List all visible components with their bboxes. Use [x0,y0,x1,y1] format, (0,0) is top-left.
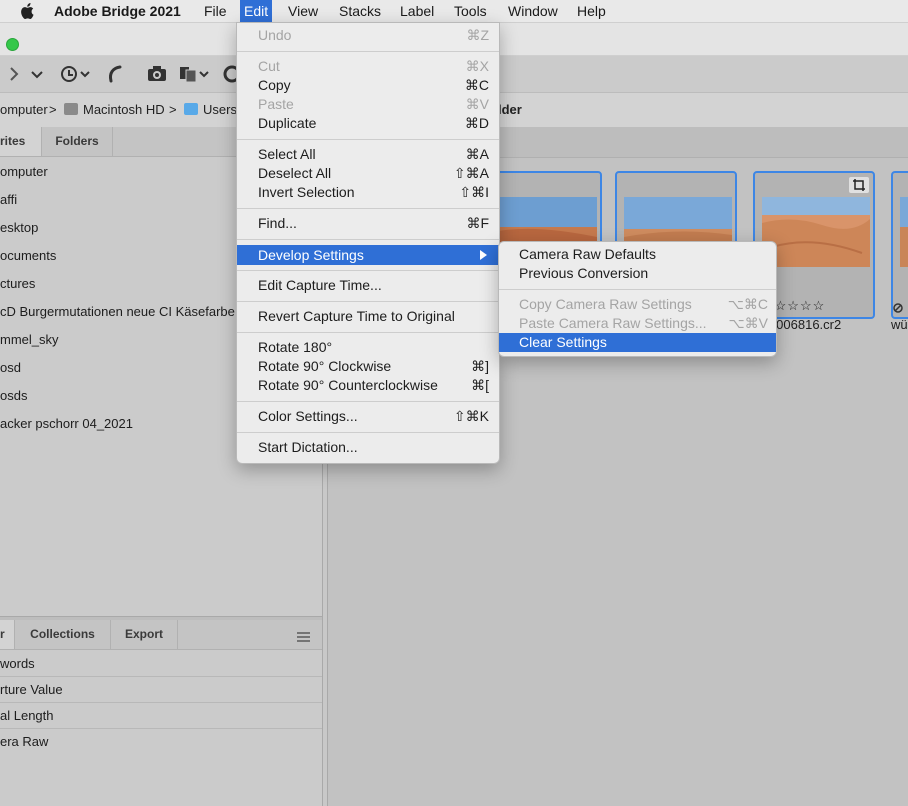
submenu-item-paste-camera-raw-settings[interactable]: Paste Camera Raw Settings... ⌥⌘V [499,314,776,333]
menu-item-rotate-90-ccw[interactable]: Rotate 90° Counterclockwise ⌘[ [237,376,499,395]
filter-item[interactable]: era Raw [0,729,322,754]
favorite-item[interactable]: osd [0,354,21,382]
crop-icon [849,177,869,193]
menu-separator [237,432,499,433]
favorite-item[interactable]: cD Burgermutationen neue CI Käsefarbe C [0,298,248,326]
menu-item-rotate-90-cw[interactable]: Rotate 90° Clockwise ⌘] [237,357,499,376]
menu-help[interactable]: Help [577,0,606,22]
menu-separator [237,401,499,402]
menu-item-edit-capture-time[interactable]: Edit Capture Time... [237,276,499,295]
menu-separator [237,208,499,209]
menu-separator [237,239,499,240]
menu-separator [237,139,499,140]
submenu-arrow-icon [480,250,487,260]
tab-collections[interactable]: Collections [15,620,111,649]
menu-separator [237,270,499,271]
filter-item[interactable]: words [0,651,322,677]
favorite-item[interactable]: ocuments [0,242,56,270]
menu-separator [499,289,776,290]
menu-item-copy[interactable]: Copy ⌘C [237,76,499,95]
favorite-item[interactable]: osds [0,382,27,410]
chevron-down-icon[interactable] [26,63,48,85]
folder-icon [184,103,198,115]
menu-item-cut[interactable]: Cut ⌘X [237,57,499,76]
thumbnail-image [900,197,908,267]
metadata-collections-export-tabs: r Collections Export [0,620,322,650]
app-menu[interactable]: Adobe Bridge 2021 [54,0,181,22]
thumbnail-filename[interactable]: wü [891,317,908,332]
menu-item-deselect-all[interactable]: Deselect All ⇧⌘A [237,164,499,183]
zoom-window-button[interactable] [6,38,19,51]
breadcrumb-computer[interactable]: omputer [0,102,48,117]
thumbnail-image [762,197,870,267]
tab-export[interactable]: Export [111,620,178,649]
favorite-item[interactable]: esktop [0,214,38,242]
breadcrumb-macintosh-hd[interactable]: Macintosh HD [83,102,165,117]
breadcrumb-separator: > [49,102,57,117]
favorite-item[interactable]: mmel_sky [0,326,59,354]
tab-favorites[interactable]: rites [0,127,42,156]
submenu-item-camera-raw-defaults[interactable]: Camera Raw Defaults [499,245,776,264]
submenu-item-clear-settings[interactable]: Clear Settings [499,333,776,352]
favorite-item[interactable]: ctures [0,270,35,298]
hard-drive-icon [64,103,78,115]
menu-item-color-settings[interactable]: Color Settings... ⇧⌘K [237,407,499,426]
menu-item-invert-selection[interactable]: Invert Selection ⇧⌘I [237,183,499,202]
menu-separator [237,332,499,333]
breadcrumb-separator: > [169,102,177,117]
menu-tools[interactable]: Tools [454,0,487,22]
tab-filter[interactable]: r [0,620,15,649]
menu-stacks[interactable]: Stacks [339,0,381,22]
thumbnail[interactable] [891,171,908,319]
panel-menu-icon[interactable] [297,630,310,642]
boomerang-icon[interactable] [104,63,126,85]
breadcrumb-current-folder[interactable]: lder [498,102,522,117]
breadcrumb-users[interactable]: Users [203,102,237,117]
tab-folders[interactable]: Folders [42,127,113,156]
menu-file[interactable]: File [204,0,227,22]
menu-item-paste[interactable]: Paste ⌘V [237,95,499,114]
forward-icon[interactable] [4,63,26,85]
menu-item-undo[interactable]: Undo ⌘Z [237,26,499,45]
menu-item-duplicate[interactable]: Duplicate ⌘D [237,114,499,133]
submenu-item-copy-camera-raw-settings[interactable]: Copy Camera Raw Settings ⌥⌘C [499,295,776,314]
history-icon[interactable] [58,63,92,85]
menu-separator [237,301,499,302]
menu-label[interactable]: Label [400,0,434,22]
favorite-item[interactable]: omputer [0,158,48,186]
apple-logo-icon[interactable] [20,3,34,19]
develop-settings-submenu: Camera Raw Defaults Previous Conversion … [498,241,777,357]
filter-item[interactable]: rture Value [0,677,322,703]
menu-item-select-all[interactable]: Select All ⌘A [237,145,499,164]
favorite-item[interactable]: acker pschorr 04_2021 [0,410,133,438]
menu-item-revert-capture-time[interactable]: Revert Capture Time to Original [237,307,499,326]
menu-item-develop-settings[interactable]: Develop Settings [237,245,499,265]
menu-item-find[interactable]: Find... ⌘F [237,214,499,233]
menu-window[interactable]: Window [508,0,558,22]
reject-icon [893,301,903,313]
favorite-item[interactable]: affi [0,186,17,214]
menu-edit[interactable]: Edit [240,0,273,22]
copy-files-icon[interactable] [178,63,212,85]
camera-import-icon[interactable] [146,63,168,85]
menu-item-rotate-180[interactable]: Rotate 180° [237,338,499,357]
filter-item[interactable]: al Length [0,703,322,729]
menu-separator [237,51,499,52]
edit-menu: Undo ⌘Z Cut ⌘X Copy ⌘C Paste ⌘V Duplicate ⌘D … [236,22,500,464]
menu-view[interactable]: View [288,0,318,22]
menu-item-start-dictation[interactable]: Start Dictation... [237,438,499,457]
menu-bar: Adobe Bridge 2021 File Edit View Stacks … [0,0,908,23]
submenu-item-previous-conversion[interactable]: Previous Conversion [499,264,776,283]
